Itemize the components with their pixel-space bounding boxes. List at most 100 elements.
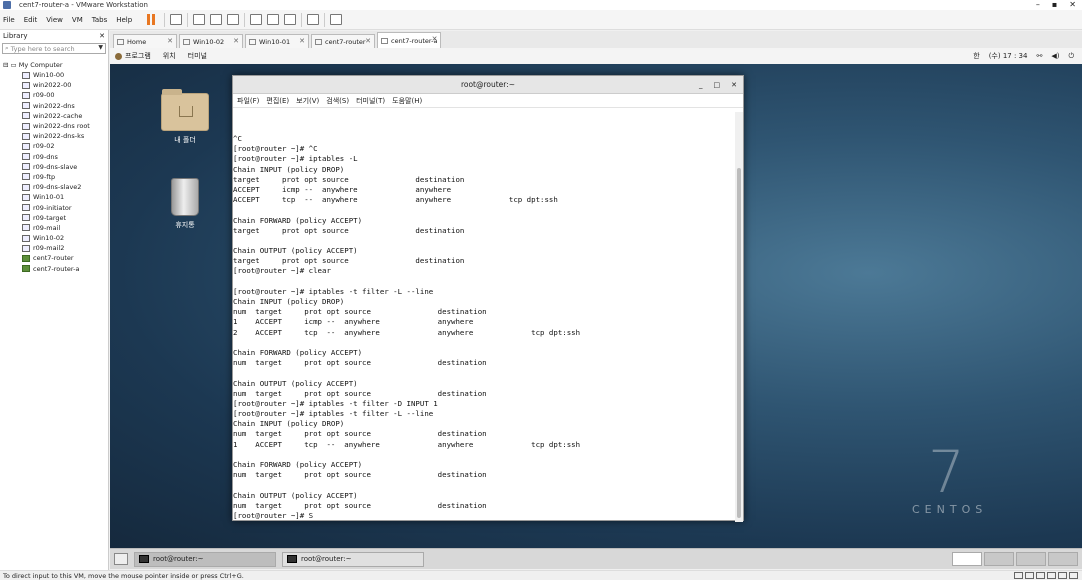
terminal-close-button[interactable]: ✕ [731,81,737,89]
maximize-button[interactable]: ▪ [1052,0,1057,10]
workspace-4[interactable] [1048,552,1078,566]
menu-edit[interactable]: Edit [24,16,38,24]
fullscreen-icon[interactable] [284,14,297,25]
tab-close-icon[interactable]: ✕ [167,37,173,45]
gnome-top-bar: 프로그램 위치 터미널 한 (수) 17 : 34 ⚯ ◀) ⏻ [110,48,1082,64]
tree-item[interactable]: r09-initiator [0,202,108,212]
tab-close-icon[interactable]: ✕ [299,37,305,45]
terminal-minimize-button[interactable]: _ [699,81,703,89]
terminal-menu[interactable]: 터미널 [188,51,207,61]
tab-home[interactable]: Home ✕ [113,34,177,48]
tree-item-selected[interactable]: cent7-router-a [0,264,108,274]
usb-icon[interactable] [1058,572,1067,579]
volume-icon[interactable]: ◀) [1051,52,1059,60]
network-icon[interactable]: ⚯ [1036,52,1042,60]
tab-cent7-router[interactable]: cent7-router ✕ [311,34,375,48]
snapshot-manager-icon[interactable] [227,14,240,25]
workspace-1[interactable] [952,552,982,566]
terminal-menu-help[interactable]: 도움말(H) [392,96,422,106]
terminal-maximize-button[interactable]: □ [714,81,721,89]
desktop-icon-home[interactable]: 내 폴더 [155,89,215,145]
tree-item[interactable]: Win10-01 [0,192,108,202]
tree-item[interactable]: Win10-02 [0,233,108,243]
taskbar-item[interactable]: root@router:~ [134,551,276,567]
terminal-menu-terminal[interactable]: 터미널(T) [356,96,385,106]
tree-item[interactable]: Win10-00 [0,70,108,80]
menu-help[interactable]: Help [116,16,132,24]
vm-icon [22,234,30,242]
input-language[interactable]: 한 [973,51,979,61]
tree-item[interactable]: r09-mail [0,223,108,233]
show-desktop-icon[interactable] [114,553,128,565]
tree-item[interactable]: r09-00 [0,90,108,100]
show-library-icon[interactable] [250,14,263,25]
tree-item[interactable]: win2022-dns-ks [0,131,108,141]
close-button[interactable]: ✕ [1069,0,1076,10]
console-view-icon[interactable] [307,14,320,25]
snapshot-icon[interactable] [193,14,206,25]
minimize-button[interactable]: – [1036,0,1040,10]
hdd-icon[interactable] [1014,572,1023,579]
tab-close-icon[interactable]: ✕ [432,35,438,43]
library-close-button[interactable]: ✕ [99,32,105,40]
guest-screen[interactable]: 프로그램 위치 터미널 한 (수) 17 : 34 ⚯ ◀) ⏻ 내 폴더 휴지… [110,48,1082,548]
terminal-menu-edit[interactable]: 편집(E) [266,96,289,106]
tree-item[interactable]: win2022-cache [0,111,108,121]
scrollbar-thumb[interactable] [737,168,741,518]
vmware-app-icon [3,1,11,9]
display-icon[interactable] [1069,572,1078,579]
collapse-icon[interactable]: ⊟ [3,61,11,69]
tree-item[interactable]: win2022-00 [0,80,108,90]
workspace-2[interactable] [984,552,1014,566]
terminal-menu-file[interactable]: 파일(F) [237,96,259,106]
tab-close-icon[interactable]: ✕ [233,37,239,45]
workspace-switcher[interactable] [952,552,1078,566]
tab-cent7-router-a[interactable]: cent7-router-a ✕ [377,32,442,48]
tree-item-label: Win10-00 [33,71,65,80]
tree-item[interactable]: r09-ftp [0,172,108,182]
thumbnail-bar-icon[interactable] [267,14,280,25]
terminal-menu-view[interactable]: 보기(V) [296,96,319,106]
taskbar-item[interactable]: root@router:~ [282,551,424,567]
terminal-window[interactable]: root@router:~ _ □ ✕ 파일(F) 편집(E) 보기(V) 검색… [232,75,744,522]
menu-tabs[interactable]: Tabs [92,16,108,24]
network-adapter-icon[interactable] [1047,572,1056,579]
menu-view[interactable]: View [46,16,63,24]
menu-file[interactable]: File [3,16,15,24]
tab-close-icon[interactable]: ✕ [365,37,371,45]
tree-item[interactable]: r09-target [0,213,108,223]
vmware-title-bar: cent7-router-a - VMware Workstation – ▪ … [0,0,1082,10]
pause-icon[interactable] [147,14,159,25]
tree-item[interactable]: win2022-dns root [0,121,108,131]
terminal-output-area[interactable]: ^C [root@router ~]# ^C [root@router ~]# … [233,112,735,522]
chevron-down-icon[interactable]: ▼ [98,44,103,51]
tree-item[interactable]: r09-mail2 [0,243,108,253]
cd-icon[interactable] [1025,572,1034,579]
applications-menu[interactable]: 프로그램 [115,51,151,61]
tree-root-my-computer[interactable]: ⊟ ▭ My Computer [0,60,108,70]
clock[interactable]: (수) 17 : 34 [989,51,1028,61]
tree-item-label: cent7-router-a [33,264,80,273]
tree-item[interactable]: r09-dns-slave2 [0,182,108,192]
tree-item[interactable]: r09-02 [0,141,108,151]
terminal-menu-search[interactable]: 검색(S) [326,96,349,106]
stretch-guest-icon[interactable] [330,14,343,25]
tab-win10-02[interactable]: Win10-02 ✕ [179,34,243,48]
terminal-titlebar[interactable]: root@router:~ _ □ ✕ [233,76,743,94]
tab-win10-01[interactable]: Win10-01 ✕ [245,34,309,48]
tree-item[interactable]: r09-dns-slave [0,162,108,172]
tree-root-label: My Computer [18,61,63,69]
places-menu[interactable]: 위치 [163,51,176,61]
tree-item[interactable]: r09-dns [0,152,108,162]
tree-item[interactable]: win2022-dns [0,101,108,111]
desktop-icon-trash[interactable]: 휴지통 [155,178,215,230]
menu-vm[interactable]: VM [72,16,83,24]
revert-snapshot-icon[interactable] [210,14,223,25]
send-ctrl-alt-del-icon[interactable] [170,14,183,25]
tree-item[interactable]: cent7-router [0,253,108,263]
network-adapter-icon[interactable] [1036,572,1045,579]
library-search-input[interactable]: ⌕ Type here to search ▼ [2,43,106,54]
power-icon[interactable]: ⏻ [1068,52,1074,61]
terminal-scrollbar[interactable] [735,112,743,522]
workspace-3[interactable] [1016,552,1046,566]
